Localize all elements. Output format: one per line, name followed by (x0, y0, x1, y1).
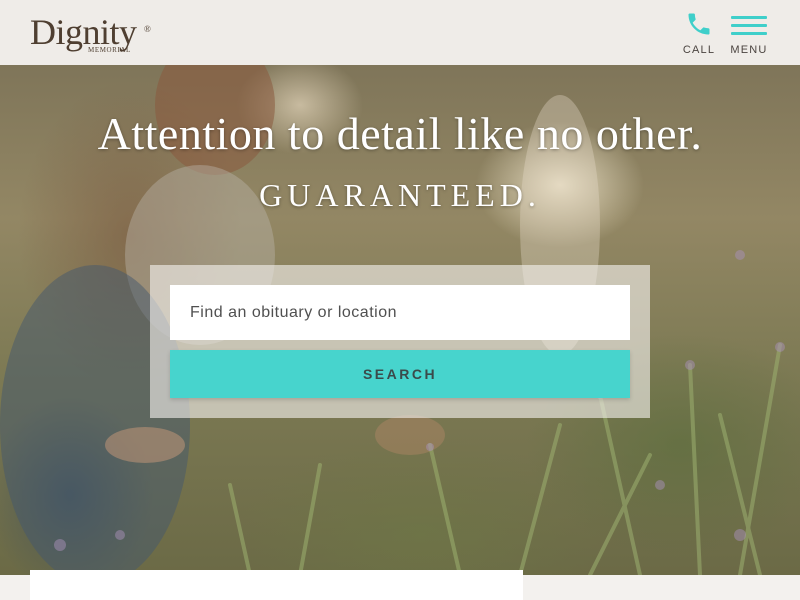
call-label: CALL (682, 44, 716, 56)
site-header: Dignity ® MEMORIAL CALL MENU (0, 0, 800, 65)
hero-banner: Attention to detail like no other. GUARA… (0, 65, 800, 575)
hero-headline: Attention to detail like no other. (97, 108, 703, 159)
logo-registered-mark: ® (144, 24, 151, 34)
search-panel: SEARCH (150, 265, 650, 418)
menu-button[interactable]: MENU (728, 8, 770, 58)
logo-subtitle: MEMORIAL (88, 46, 131, 54)
dignity-memorial-logo[interactable]: Dignity ® MEMORIAL (30, 10, 160, 56)
phone-icon (688, 13, 710, 35)
menu-label: MENU (730, 44, 768, 56)
call-button[interactable]: CALL (680, 8, 718, 58)
hamburger-icon (731, 16, 767, 36)
content-card (30, 570, 523, 600)
search-input[interactable] (170, 285, 630, 340)
hero-subhead: GUARANTEED. (259, 177, 541, 213)
search-button[interactable]: SEARCH (170, 350, 630, 398)
